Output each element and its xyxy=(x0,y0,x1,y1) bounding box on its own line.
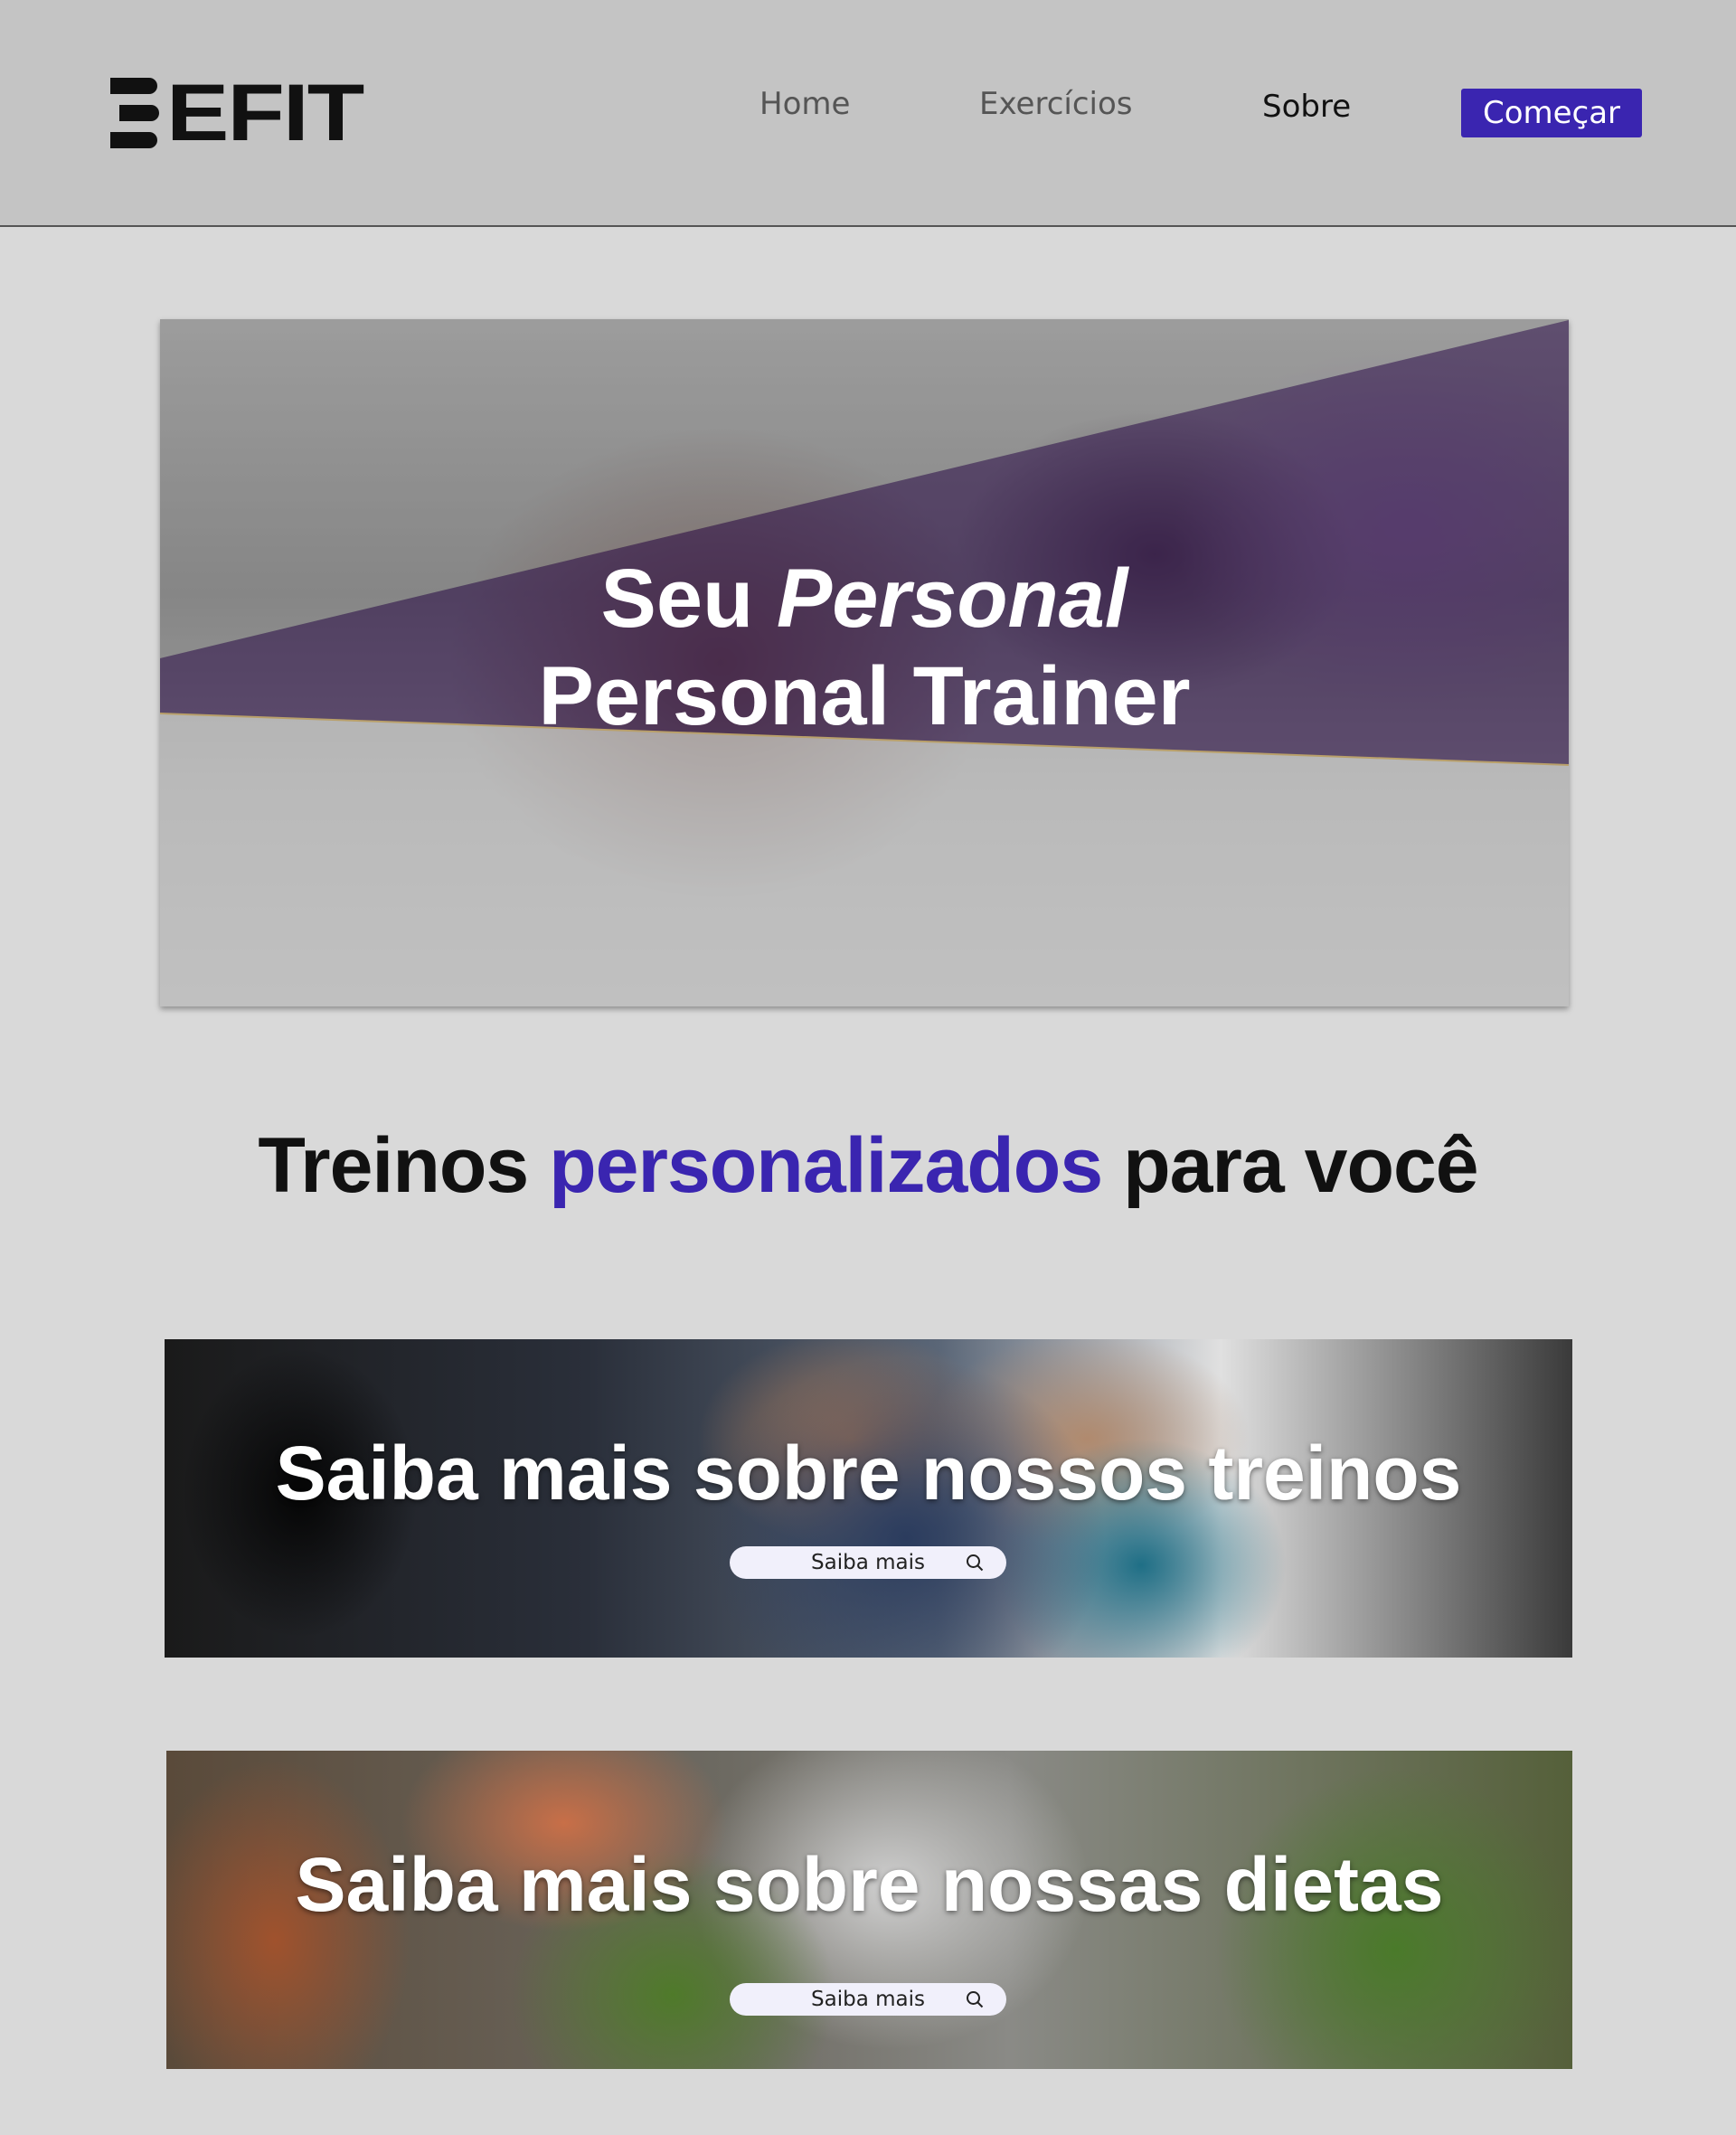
logo-b-mark xyxy=(110,78,168,148)
hero-title-line2: Personal Trainer xyxy=(538,650,1191,742)
befit-logo[interactable]: EFIT xyxy=(110,68,364,158)
treinos-banner: Saiba mais sobre nossos treinos Saiba ma… xyxy=(165,1339,1572,1658)
heading-after: para você xyxy=(1102,1122,1479,1209)
search-icon xyxy=(967,1991,984,2008)
hero-title-personal-italic: Personal xyxy=(776,553,1128,645)
dietas-saiba-mais-button[interactable]: Saiba mais xyxy=(730,1983,1006,2016)
nav-home[interactable]: Home xyxy=(760,86,850,122)
dietas-banner: Saiba mais sobre nossas dietas Saiba mai… xyxy=(166,1751,1572,2069)
nav-exercicios[interactable]: Exercícios xyxy=(979,86,1133,122)
hero-title: Seu Personal Personal Trainer xyxy=(160,550,1569,745)
logo-text: EFIT xyxy=(166,68,364,158)
treinos-saiba-mais-button[interactable]: Saiba mais xyxy=(730,1546,1006,1579)
hero-title-seu: Seu xyxy=(600,553,777,645)
search-icon xyxy=(967,1554,984,1572)
hero-banner: Seu Personal Personal Trainer xyxy=(160,319,1569,1006)
dietas-banner-title: Saiba mais sobre nossas dietas xyxy=(295,1842,1444,1927)
treinos-saiba-mais-label: Saiba mais xyxy=(811,1551,925,1574)
heading-before: Treinos xyxy=(258,1122,550,1209)
heading-accent: personalizados xyxy=(549,1122,1103,1209)
comecar-button[interactable]: Começar xyxy=(1461,89,1642,137)
dietas-saiba-mais-label: Saiba mais xyxy=(811,1988,925,2011)
site-header: EFIT Home Exercícios Sobre Começar xyxy=(0,0,1736,227)
treinos-banner-title: Saiba mais sobre nossos treinos xyxy=(275,1431,1462,1516)
nav-sobre[interactable]: Sobre xyxy=(1262,89,1351,125)
section-heading: Treinos personalizados para você xyxy=(0,1121,1736,1211)
